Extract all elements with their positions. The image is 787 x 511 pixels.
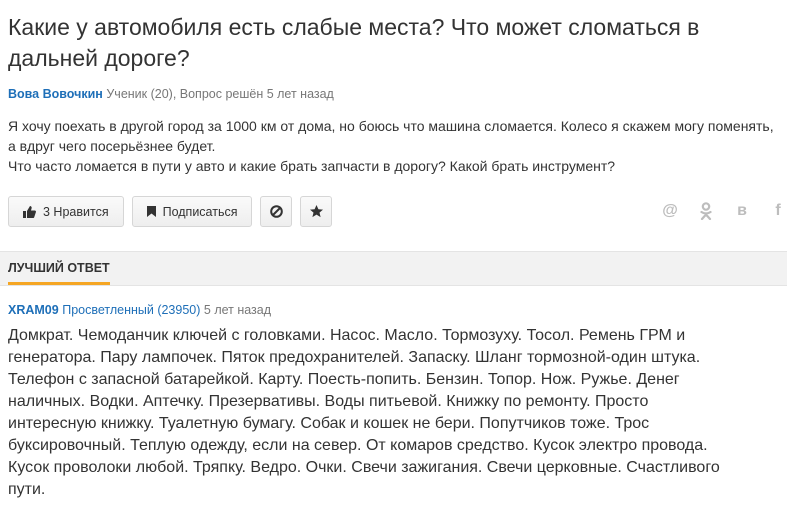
question-body: Я хочу поехать в другой город за 1000 км… xyxy=(8,116,778,176)
question-meta-text: Ученик (20), Вопрос решён 5 лет назад xyxy=(106,87,334,101)
question-meta: Вова Вовочкин Ученик (20), Вопрос решён … xyxy=(8,87,334,101)
bookmark-icon xyxy=(146,206,156,217)
answer-meta: XRAM09 Просветленный (23950) 5 лет назад xyxy=(8,303,271,317)
block-icon xyxy=(270,205,283,218)
question-body-line: Я хочу поехать в другой город за 1000 км… xyxy=(8,118,774,154)
favorite-button[interactable] xyxy=(300,196,333,227)
answer-time: 5 лет назад xyxy=(203,303,272,317)
thumbs-up-icon xyxy=(23,205,36,218)
answer-author-link[interactable]: XRAM09 xyxy=(8,303,59,317)
answer-body: Домкрат. Чемоданчик ключей с головками. … xyxy=(8,327,720,498)
mail-ru-icon[interactable]: @ xyxy=(660,201,680,221)
like-button-label: 3 Нравится xyxy=(43,204,109,219)
share-icons: @ в f xyxy=(660,201,787,221)
question-body-line: Что часто ломается в пути у авто и какие… xyxy=(8,158,616,174)
odnoklassniki-icon[interactable] xyxy=(696,201,716,221)
facebook-icon[interactable]: f xyxy=(768,201,787,221)
vk-icon[interactable]: в xyxy=(732,201,752,221)
best-answer-header: ЛУЧШИЙ ОТВЕТ xyxy=(0,251,787,286)
star-icon xyxy=(309,205,323,218)
question-actions: 3 Нравится Подписаться xyxy=(8,196,333,227)
subscribe-button[interactable]: Подписаться xyxy=(131,196,253,227)
subscribe-button-label: Подписаться xyxy=(162,204,238,219)
question-title: Какие у автомобиля есть слабые места? Чт… xyxy=(8,14,700,71)
question-author-link[interactable]: Вова Вовочкин xyxy=(8,87,103,101)
block-button[interactable] xyxy=(260,196,293,227)
answer-author-rank[interactable]: Просветленный (23950) xyxy=(62,303,200,317)
like-button[interactable]: 3 Нравится xyxy=(8,196,124,227)
best-answer-label: ЛУЧШИЙ ОТВЕТ xyxy=(8,252,110,285)
